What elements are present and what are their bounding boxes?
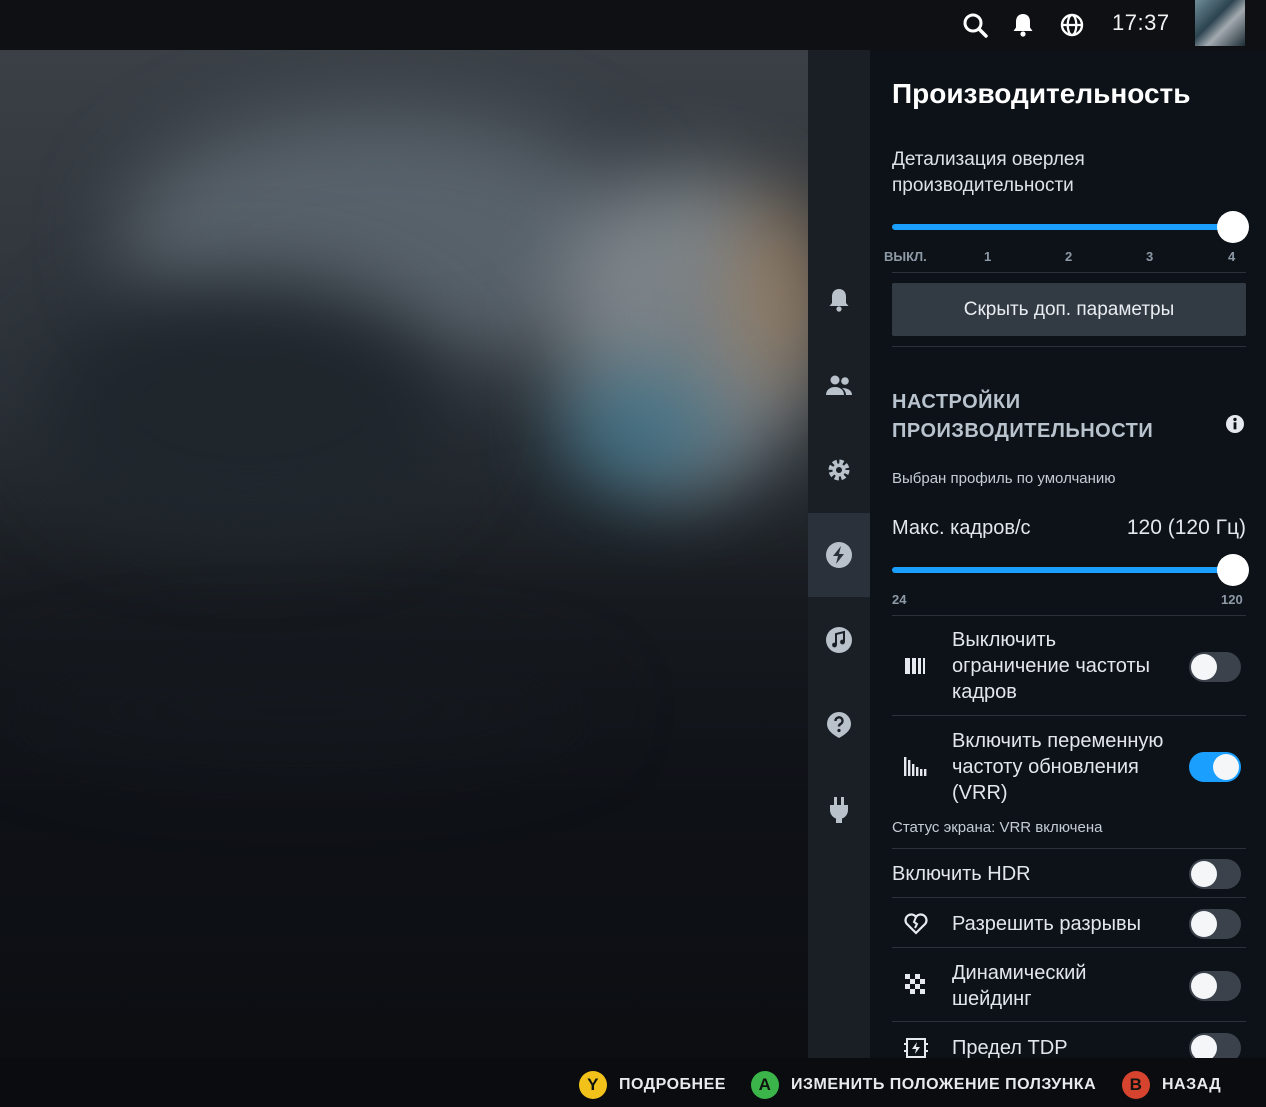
- fps-slider-thumb[interactable]: [1217, 554, 1249, 586]
- overlay-level-slider[interactable]: [892, 224, 1232, 230]
- bell-icon[interactable]: [1009, 11, 1037, 39]
- fps-label: Макс. кадров/с: [892, 517, 1031, 539]
- profile-note: Выбран профиль по умолчанию: [892, 470, 1116, 487]
- performance-panel: Производительность Детализация оверлея п…: [870, 50, 1266, 1058]
- music-icon: [826, 627, 852, 653]
- overlay-tick-3: 3: [1146, 249, 1154, 264]
- divider: [892, 1021, 1246, 1022]
- rail-performance-button[interactable]: [808, 513, 870, 597]
- tearing-toggle[interactable]: [1189, 909, 1241, 939]
- tdp-label: Предел TDP: [952, 1037, 1068, 1058]
- divider: [892, 715, 1246, 716]
- gear-icon: [828, 459, 850, 481]
- globe-icon[interactable]: [1058, 11, 1086, 39]
- hdr-label: Включить HDR: [892, 863, 1031, 885]
- rail-friends-button[interactable]: [808, 343, 870, 427]
- framerate-limit-toggle[interactable]: [1189, 652, 1241, 682]
- avatar[interactable]: [1195, 0, 1245, 46]
- divider: [892, 346, 1246, 347]
- help-icon: [827, 712, 851, 738]
- fps-min: 24: [892, 592, 907, 607]
- broken-heart-icon: [904, 913, 928, 935]
- overlay-level-label: Детализация оверлея производительности: [892, 149, 1085, 196]
- overlay-tick-1: 1: [984, 249, 992, 264]
- a-button-icon: A: [751, 1071, 779, 1099]
- top-bar: 17:37: [0, 0, 1266, 50]
- search-icon[interactable]: [961, 11, 989, 39]
- friends-icon: [826, 375, 852, 395]
- divider: [892, 947, 1246, 948]
- hide-advanced-button[interactable]: Скрыть доп. параметры: [892, 283, 1246, 336]
- clock: 17:37: [1112, 10, 1170, 35]
- hint-back[interactable]: B НАЗАД: [1122, 1071, 1221, 1099]
- chip-icon: [904, 1038, 928, 1058]
- rail-power-button[interactable]: [808, 768, 870, 852]
- fps-max: 120: [1221, 592, 1243, 607]
- bell-icon: [829, 289, 849, 312]
- plug-icon: [830, 797, 848, 823]
- info-icon[interactable]: [1225, 414, 1245, 434]
- rail-settings-button[interactable]: [808, 428, 870, 512]
- hint-adjust-slider[interactable]: A ИЗМЕНИТЬ ПОЛОЖЕНИЕ ПОЛЗУНКА: [751, 1071, 1096, 1099]
- lightning-icon: [826, 542, 852, 568]
- rail-help-button[interactable]: [808, 683, 870, 767]
- barcode-icon: [905, 658, 925, 674]
- vrr-toggle[interactable]: [1189, 752, 1241, 782]
- divider: [892, 897, 1246, 898]
- game-backdrop: [0, 50, 808, 1058]
- dynamic-shading-label: Динамический шейдинг: [952, 962, 1087, 1010]
- section-title: НАСТРОЙКИ ПРОИЗВОДИТЕЛЬНОСТИ: [892, 391, 1154, 442]
- tdp-toggle[interactable]: [1189, 1033, 1241, 1058]
- fps-value: 120 (120 Гц): [1126, 516, 1246, 539]
- bottom-hint-bar: Y ПОДРОБНЕЕ A ИЗМЕНИТЬ ПОЛОЖЕНИЕ ПОЛЗУНК…: [0, 1058, 1266, 1107]
- b-button-icon: B: [1122, 1071, 1150, 1099]
- y-button-icon: Y: [579, 1071, 607, 1099]
- divider: [892, 272, 1246, 273]
- divider: [892, 848, 1246, 849]
- divider: [892, 615, 1246, 616]
- rail-music-button[interactable]: [808, 598, 870, 682]
- quick-access-rail: [808, 50, 870, 1058]
- tearing-label: Разрешить разрывы: [952, 913, 1142, 935]
- overlay-tick-2: 2: [1065, 249, 1073, 264]
- overlay-tick-off: ВЫКЛ.: [884, 249, 927, 264]
- refresh-bars-icon: [904, 757, 927, 776]
- framerate-limit-label: Выключить ограничение частоты кадров: [952, 629, 1151, 703]
- display-status: Статус экрана: VRR включена: [892, 819, 1103, 836]
- overlay-tick-4: 4: [1228, 249, 1236, 264]
- hint-details[interactable]: Y ПОДРОБНЕЕ: [579, 1071, 726, 1099]
- page-title: Производительность: [892, 78, 1191, 109]
- fps-slider[interactable]: [892, 567, 1232, 573]
- dynamic-shading-toggle[interactable]: [1189, 971, 1241, 1001]
- overlay-level-slider-thumb[interactable]: [1217, 211, 1249, 243]
- checker-icon: [905, 974, 925, 994]
- hdr-toggle[interactable]: [1189, 859, 1241, 889]
- rail-notifications-button[interactable]: [808, 258, 870, 342]
- vrr-label: Включить переменную частоту обновления (…: [952, 730, 1164, 804]
